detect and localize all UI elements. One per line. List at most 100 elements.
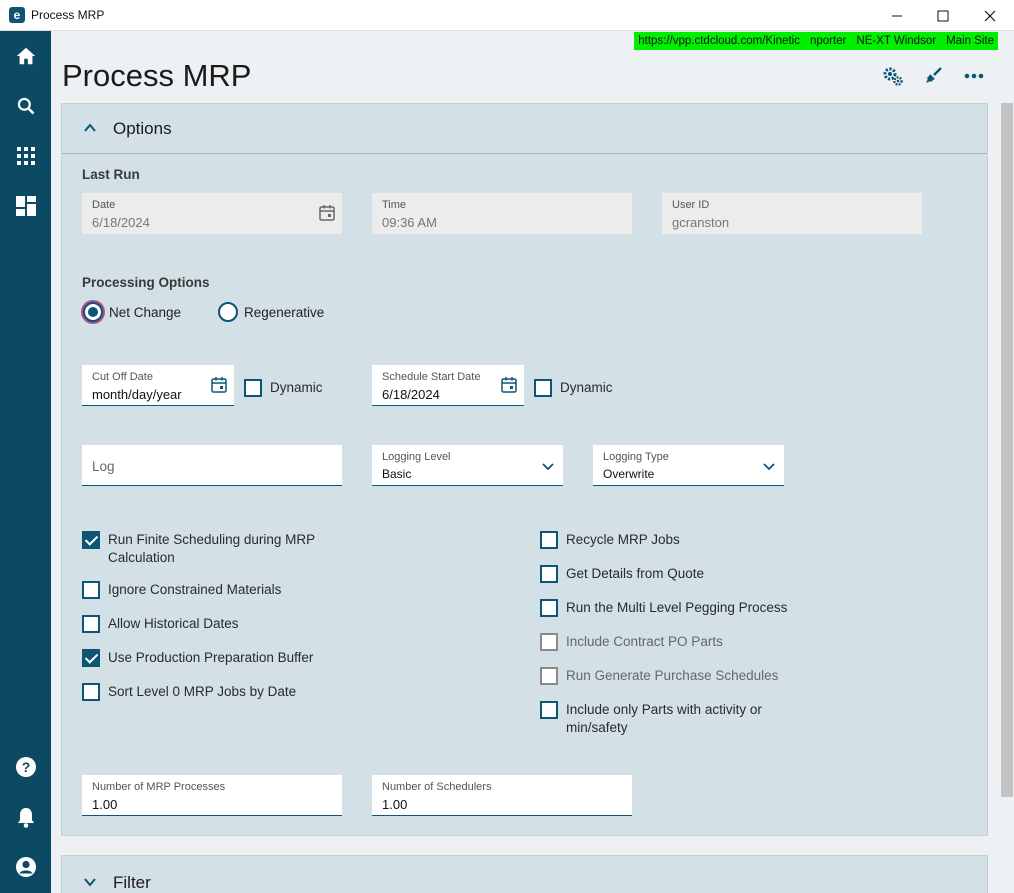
- chevron-down-icon[interactable]: [539, 458, 557, 476]
- cutoff-dynamic-checkbox[interactable]: Dynamic: [244, 379, 323, 397]
- include-contract-po-parts-checkbox: Include Contract PO Parts: [540, 633, 723, 651]
- options-panel-header[interactable]: Options: [62, 104, 987, 154]
- get-details-from-quote-label: Get Details from Quote: [566, 566, 705, 581]
- minimize-button[interactable]: [874, 0, 920, 31]
- chevron-up-icon: [84, 123, 96, 132]
- env-site: Main Site: [946, 35, 994, 47]
- window-titlebar: e Process MRP: [0, 0, 1014, 31]
- home-button[interactable]: [0, 34, 51, 78]
- regenerative-radio-circle[interactable]: [218, 302, 238, 322]
- processing-options-label: Processing Options: [82, 275, 210, 290]
- recycle-mrp-jobs-checkbox[interactable]: Recycle MRP Jobs: [540, 531, 680, 549]
- close-button[interactable]: [967, 0, 1013, 31]
- page-title: Process MRP: [62, 58, 252, 93]
- more-options-icon: [964, 73, 984, 79]
- close-icon: [984, 10, 996, 21]
- svg-text:?: ?: [21, 759, 30, 775]
- last-run-date-field: Date 6/18/2024: [82, 193, 342, 234]
- net-change-radio-circle[interactable]: [83, 302, 103, 322]
- calendar-icon: [319, 205, 335, 221]
- maximize-button[interactable]: [920, 0, 966, 31]
- options-panel-title: Options: [113, 119, 172, 138]
- regenerative-radio[interactable]: Regenerative: [218, 302, 324, 322]
- net-change-radio[interactable]: Net Change: [83, 302, 181, 322]
- options-panel: Options Last Run Date 6/18/2024 Time 09:…: [61, 103, 988, 836]
- filter-panel[interactable]: Filter: [61, 855, 988, 893]
- minimize-icon: [892, 15, 902, 16]
- last-run-user-field: User ID gcranston: [662, 193, 922, 234]
- last-run-time-field: Time 09:36 AM: [372, 193, 632, 234]
- number-of-schedulers-field[interactable]: Number of Schedulers 1.00: [372, 775, 632, 816]
- multi-level-pegging-checkbox[interactable]: Run the Multi Level Pegging Process: [540, 599, 787, 617]
- sort-level0-jobs-label: Sort Level 0 MRP Jobs by Date: [108, 684, 297, 699]
- last-run-time-label: Time: [382, 199, 407, 211]
- calendar-icon[interactable]: [500, 376, 518, 394]
- main-content: https://vpp.ctdcloud.com/Kinetic nporter…: [51, 31, 1014, 893]
- log-input[interactable]: Log: [82, 445, 342, 486]
- settings-button[interactable]: [882, 65, 904, 87]
- schedule-start-date-field[interactable]: Schedule Start Date 6/18/2024: [372, 365, 524, 406]
- schedule-dynamic-checkbox[interactable]: Dynamic: [534, 379, 613, 397]
- notifications-button[interactable]: [0, 795, 51, 839]
- cutoff-date-field[interactable]: Cut Off Date month/day/year: [82, 365, 234, 406]
- apps-button[interactable]: [0, 134, 51, 178]
- window-title: Process MRP: [31, 8, 105, 22]
- run-finite-scheduling-label: Run Finite Scheduling during MRP Calcula…: [108, 532, 316, 565]
- logging-level-select[interactable]: Logging Level Basic: [372, 445, 563, 486]
- number-of-schedulers-label: Number of Schedulers: [382, 781, 492, 793]
- cutoff-dynamic-box[interactable]: [244, 379, 262, 397]
- include-parts-with-activity-box[interactable]: [540, 701, 558, 719]
- multi-level-pegging-label: Run the Multi Level Pegging Process: [566, 600, 788, 615]
- logging-level-value: Basic: [382, 467, 412, 481]
- clear-button[interactable]: [922, 65, 944, 87]
- schedule-start-date-value: 6/18/2024: [382, 387, 440, 402]
- logging-type-value: Overwrite: [603, 467, 655, 481]
- get-details-from-quote-checkbox[interactable]: Get Details from Quote: [540, 565, 704, 583]
- sort-level0-jobs-box[interactable]: [82, 683, 100, 701]
- notifications-icon: [17, 808, 34, 828]
- net-change-label: Net Change: [109, 304, 182, 320]
- more-options-button[interactable]: [963, 65, 985, 87]
- run-generate-purchase-schedules-label: Run Generate Purchase Schedules: [566, 668, 779, 683]
- allow-historical-dates-checkbox[interactable]: Allow Historical Dates: [82, 615, 239, 633]
- recycle-mrp-jobs-label: Recycle MRP Jobs: [566, 532, 680, 547]
- dashboard-icon: [15, 196, 36, 216]
- include-contract-po-parts-label: Include Contract PO Parts: [566, 634, 723, 649]
- multi-level-pegging-box[interactable]: [540, 599, 558, 617]
- recycle-mrp-jobs-box[interactable]: [540, 531, 558, 549]
- schedule-dynamic-box[interactable]: [534, 379, 552, 397]
- last-run-user-label: User ID: [672, 199, 710, 211]
- use-production-buffer-box[interactable]: [82, 649, 100, 667]
- help-button[interactable]: ?: [0, 745, 51, 789]
- user-account-button[interactable]: [0, 845, 51, 889]
- clear-broom-icon: [926, 67, 942, 83]
- allow-historical-dates-box[interactable]: [82, 615, 100, 633]
- include-parts-with-activity-checkbox[interactable]: Include only Parts with activity or min/…: [540, 701, 762, 737]
- env-url: https://vpp.ctdcloud.com/Kinetic: [638, 35, 800, 47]
- ignore-constrained-materials-checkbox[interactable]: Ignore Constrained Materials: [82, 581, 281, 599]
- dashboard-button[interactable]: [0, 184, 51, 228]
- schedule-dynamic-label: Dynamic: [560, 380, 613, 395]
- environment-banner: https://vpp.ctdcloud.com/Kinetic nporter…: [634, 32, 998, 50]
- calendar-icon[interactable]: [210, 376, 228, 394]
- sort-level0-jobs-checkbox[interactable]: Sort Level 0 MRP Jobs by Date: [82, 683, 296, 701]
- number-of-mrp-processes-field[interactable]: Number of MRP Processes 1.00: [82, 775, 342, 816]
- ignore-constrained-materials-box[interactable]: [82, 581, 100, 599]
- cutoff-date-placeholder: month/day/year: [92, 387, 182, 402]
- run-generate-purchase-schedules-box: [540, 667, 558, 685]
- vertical-scrollbar[interactable]: [1000, 103, 1014, 893]
- get-details-from-quote-box[interactable]: [540, 565, 558, 583]
- last-run-user-value: gcranston: [672, 215, 730, 230]
- user-account-icon: [15, 857, 36, 877]
- logging-type-label: Logging Type: [603, 451, 669, 463]
- use-production-buffer-checkbox[interactable]: Use Production Preparation Buffer: [82, 649, 313, 667]
- settings-gears-icon: [883, 67, 903, 86]
- help-icon: ?: [15, 757, 36, 777]
- scrollbar-thumb[interactable]: [1001, 103, 1013, 797]
- logging-type-select[interactable]: Logging Type Overwrite: [593, 445, 784, 486]
- run-finite-scheduling-box[interactable]: [82, 531, 100, 549]
- run-finite-scheduling-checkbox[interactable]: Run Finite Scheduling during MRP Calcula…: [82, 531, 315, 567]
- chevron-down-icon[interactable]: [760, 458, 778, 476]
- search-button[interactable]: [0, 84, 51, 128]
- include-parts-with-activity-label: Include only Parts with activity or min/…: [566, 702, 762, 735]
